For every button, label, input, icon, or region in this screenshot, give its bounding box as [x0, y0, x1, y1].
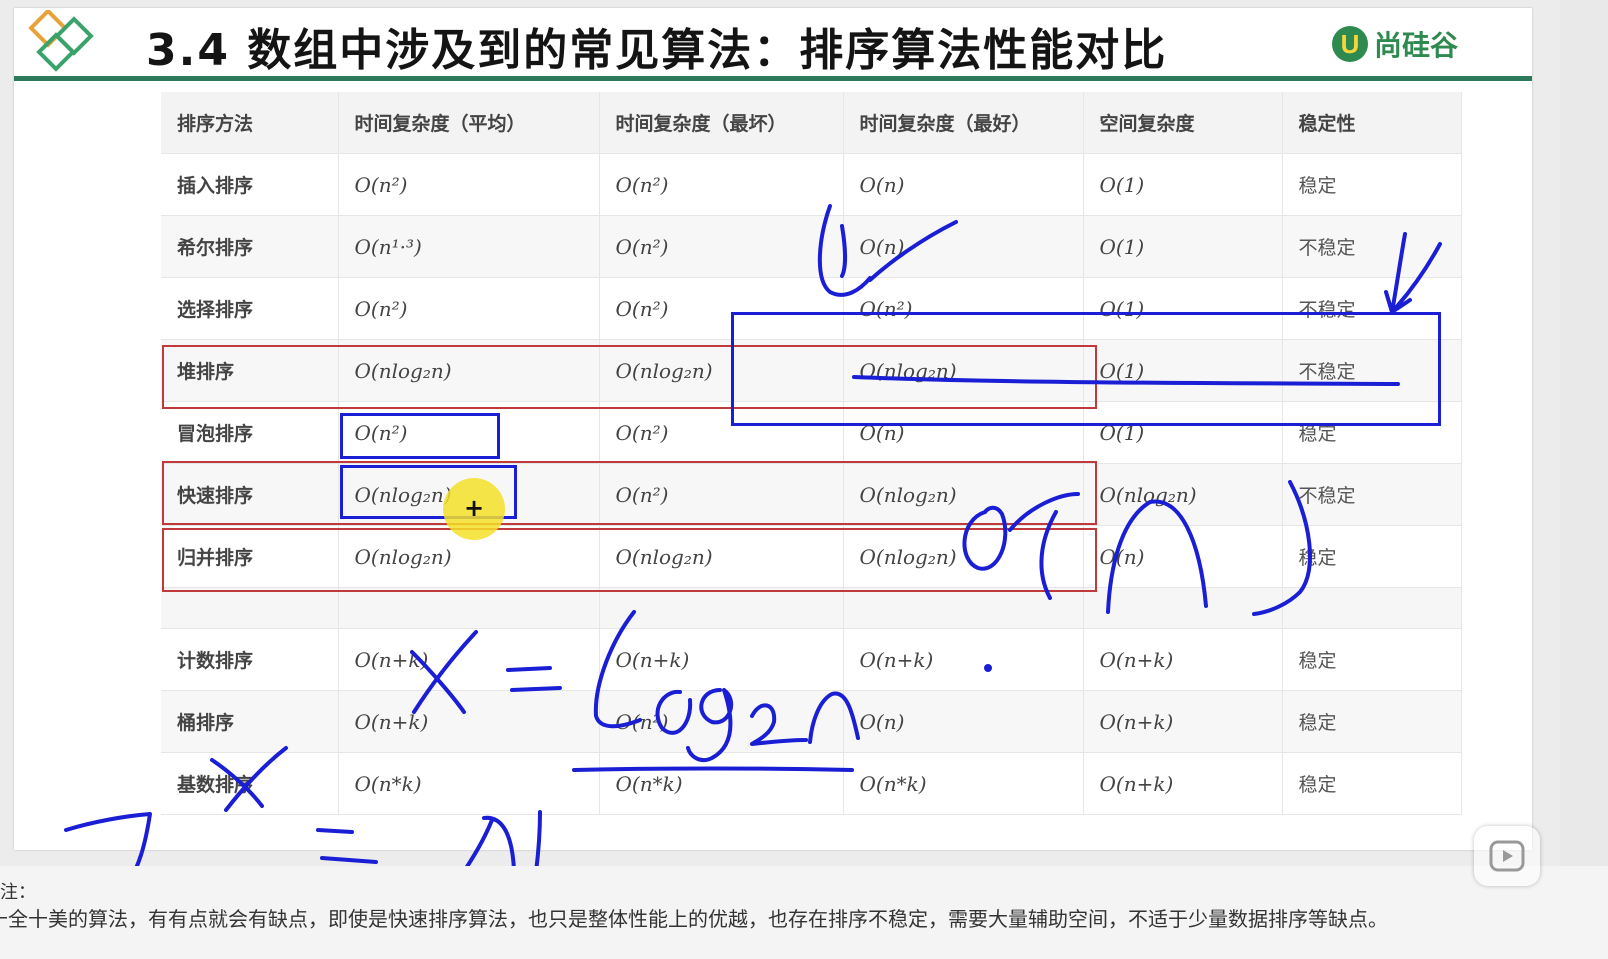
table-cell: O(1) [1083, 215, 1283, 278]
table-cell: O(n+k) [338, 628, 600, 691]
table-cell: O(n²) [338, 277, 600, 340]
play-icon [1489, 840, 1525, 872]
table-cell: O(1) [1083, 153, 1283, 216]
table-cell: O(n¹·³) [338, 215, 600, 278]
table-header-row: 排序方法 时间复杂度（平均） 时间复杂度（最坏） 时间复杂度（最好） 空间复杂度… [161, 92, 1462, 154]
table-cell: O(n) [843, 690, 1084, 753]
table-cell: 稳定 [1282, 153, 1462, 216]
table-cell: 计数排序 [161, 628, 339, 691]
table-cell: O(n+k) [1083, 752, 1283, 815]
column-header: 时间复杂度（最好） [843, 92, 1084, 154]
column-header: 时间复杂度（最坏） [599, 92, 844, 154]
diamond-logo-icon [28, 10, 94, 72]
table-row: 计数排序 O(n+k) O(n+k) O(n+k) O(n+k) 稳定 [161, 628, 1462, 691]
table-cell: O(n²) [599, 153, 844, 216]
table-row: 桶排序 O(n+k) O(n²) O(n) O(n+k) 稳定 [161, 690, 1462, 753]
page-title: 3.4 数组中涉及到的常见算法：排序算法性能对比 [146, 25, 1168, 76]
table-cell: O(n+k) [1083, 690, 1283, 753]
column-header: 时间复杂度（平均） [338, 92, 600, 154]
brand-mark-icon: U [1332, 26, 1368, 62]
table-cell: 稳定 [1282, 690, 1462, 753]
table-cell: 希尔排序 [161, 215, 339, 278]
table-cell: O(n) [843, 215, 1084, 278]
table-row: 希尔排序 O(n¹·³) O(n²) O(n) O(1) 不稳定 [161, 215, 1462, 278]
table-cell: 选择排序 [161, 277, 339, 340]
table-cell: O(nlog₂n) [1083, 463, 1283, 526]
table-cell: 不稳定 [1282, 215, 1462, 278]
table-cell: O(n) [1083, 525, 1283, 588]
table-cell: 桶排序 [161, 690, 339, 753]
table-cell: O(n²) [338, 153, 600, 216]
caption-note-label: 注： [0, 882, 36, 903]
table-cell: O(n+k) [843, 628, 1084, 691]
table-cell: O(n²) [599, 690, 844, 753]
table-cell: O(n+k) [338, 690, 600, 753]
table-cell: 稳定 [1282, 628, 1462, 691]
table-cell: O(n*k) [843, 752, 1084, 815]
brand-logo: U 尚硅谷 [1332, 22, 1458, 66]
table-row: 插入排序 O(n²) O(n²) O(n) O(1) 稳定 [161, 153, 1462, 216]
column-header: 稳定性 [1282, 92, 1462, 154]
highlight-box-merge-sort [162, 528, 1097, 592]
table-cell: O(n+k) [599, 628, 844, 691]
video-play-button[interactable] [1474, 826, 1540, 886]
table-cell: O(n*k) [338, 752, 600, 815]
caption-note-text: 十全十美的算法，有有点就会有缺点，即使是快速排序算法，也只是整体性能上的优越，也… [0, 907, 1388, 931]
column-header: 空间复杂度 [1083, 92, 1283, 154]
table-cell: 稳定 [1282, 752, 1462, 815]
table-cell: 稳定 [1282, 525, 1462, 588]
blue-box-heap-right [731, 312, 1441, 426]
blue-box-bubble-average [340, 413, 500, 459]
table-cell: 冒泡排序 [161, 401, 339, 464]
table-row: 基数排序 O(n*k) O(n*k) O(n*k) O(n+k) 稳定 [161, 752, 1462, 815]
table-spacer-row [161, 587, 1462, 629]
table-cell: O(n+k) [1083, 628, 1283, 691]
highlight-box-quick-sort [162, 461, 1097, 525]
table-cell: O(n) [843, 153, 1084, 216]
table-cell: 插入排序 [161, 153, 339, 216]
header-divider [14, 76, 1532, 81]
table-cell: O(n²) [599, 215, 844, 278]
table-cell: 基数排序 [161, 752, 339, 815]
slide-header: 3.4 数组中涉及到的常见算法：排序算法性能对比 U 尚硅谷 [14, 8, 1532, 81]
table-cell: O(n*k) [599, 752, 844, 815]
table-cell: 不稳定 [1282, 463, 1462, 526]
column-header: 排序方法 [161, 92, 339, 154]
brand-name: 尚硅谷 [1374, 29, 1459, 62]
crosshair-cursor-icon: + [464, 494, 485, 522]
window-right-edge [1560, 0, 1608, 959]
